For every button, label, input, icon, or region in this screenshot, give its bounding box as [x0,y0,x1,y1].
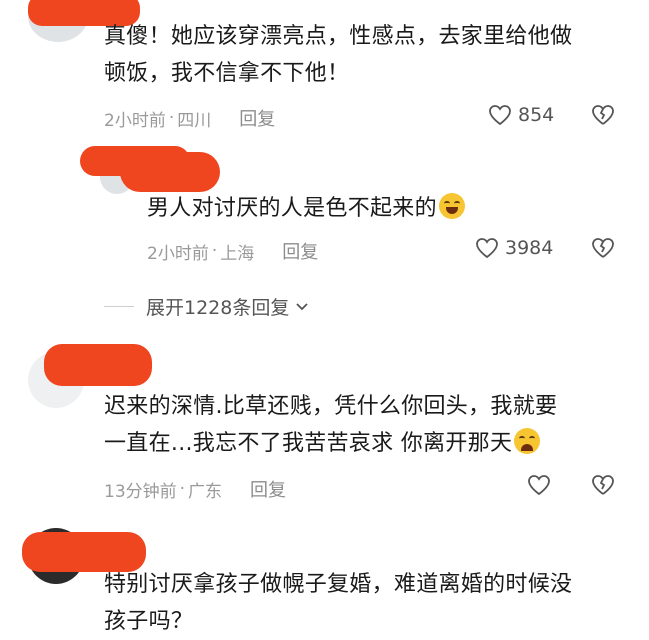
comment-line: 孩子吗？ [104,609,194,634]
timestamp: 2小时前 [147,243,209,264]
broken-heart-icon[interactable] [591,474,615,496]
like-button[interactable]: 854 [488,104,554,126]
comment-line: 真傻！她应该穿漂亮点，性感点，去家里给他做 [104,24,573,49]
reply-button[interactable]: 回复 [239,105,275,131]
chevron-down-icon [296,302,308,310]
comment-line: 迟来的深情.比草还贱，凭什么你回头，我就要 [104,394,558,419]
like-count: 854 [518,104,555,126]
heart-icon [489,105,511,126]
comment-line: 特别讨厌拿孩子做幌子复婚，难道离婚的时候没 [104,572,573,597]
location: 广东 [188,481,223,502]
separator: · [179,479,186,499]
timestamp: 13分钟前 [104,481,177,502]
timestamp: 2小时前 [104,110,166,131]
broken-heart-icon[interactable] [591,237,615,259]
comment-text: 特别讨厌拿孩子做幌子复婚，难道离婚的时候没 孩子吗？ [104,566,572,640]
comment-line: 顿饭，我不信拿不下他！ [104,61,350,86]
comment-line: 男人对讨厌的人是色不起来的 [147,196,437,221]
reply-button[interactable]: 回复 [282,238,318,264]
comment-text: 男人对讨厌的人是色不起来的 [147,190,465,227]
reply-button[interactable]: 回复 [250,476,286,502]
expand-replies-label: 展开1228条回复 [146,297,290,319]
heart-icon [476,238,498,259]
comment-text: 真傻！她应该穿漂亮点，性感点，去家里给他做 顿饭，我不信拿不下他！ [104,18,572,92]
like-button[interactable]: 3984 [475,237,553,259]
broken-heart-icon[interactable] [591,104,615,126]
like-count: 3984 [505,237,554,259]
crying-emoji [514,428,541,454]
comment-meta: 13分钟前 · 广东 回复 [104,476,286,502]
expand-replies-button[interactable]: 展开1228条回复 [104,293,309,320]
comment-meta: 2小时前 · 四川 回复 [104,105,275,131]
grinning-sweat-emoji [438,193,465,219]
comment-text: 迟来的深情.比草还贱，凭什么你回头，我就要 一直在...我忘不了我苦苦哀求 你离… [104,388,557,462]
heart-icon[interactable] [527,474,551,496]
separator: · [211,241,218,261]
location: 四川 [177,110,212,131]
location: 上海 [220,243,255,264]
username-redaction [120,152,220,192]
separator: · [168,108,175,128]
comment-line: 一直在...我忘不了我苦苦哀求 你离开那天 [104,431,513,456]
divider [104,306,134,307]
comment-line-with-emoji: 一直在...我忘不了我苦苦哀求 你离开那天 [104,425,557,462]
comment-meta: 2小时前 · 上海 回复 [147,238,318,264]
username-redaction [44,344,152,386]
